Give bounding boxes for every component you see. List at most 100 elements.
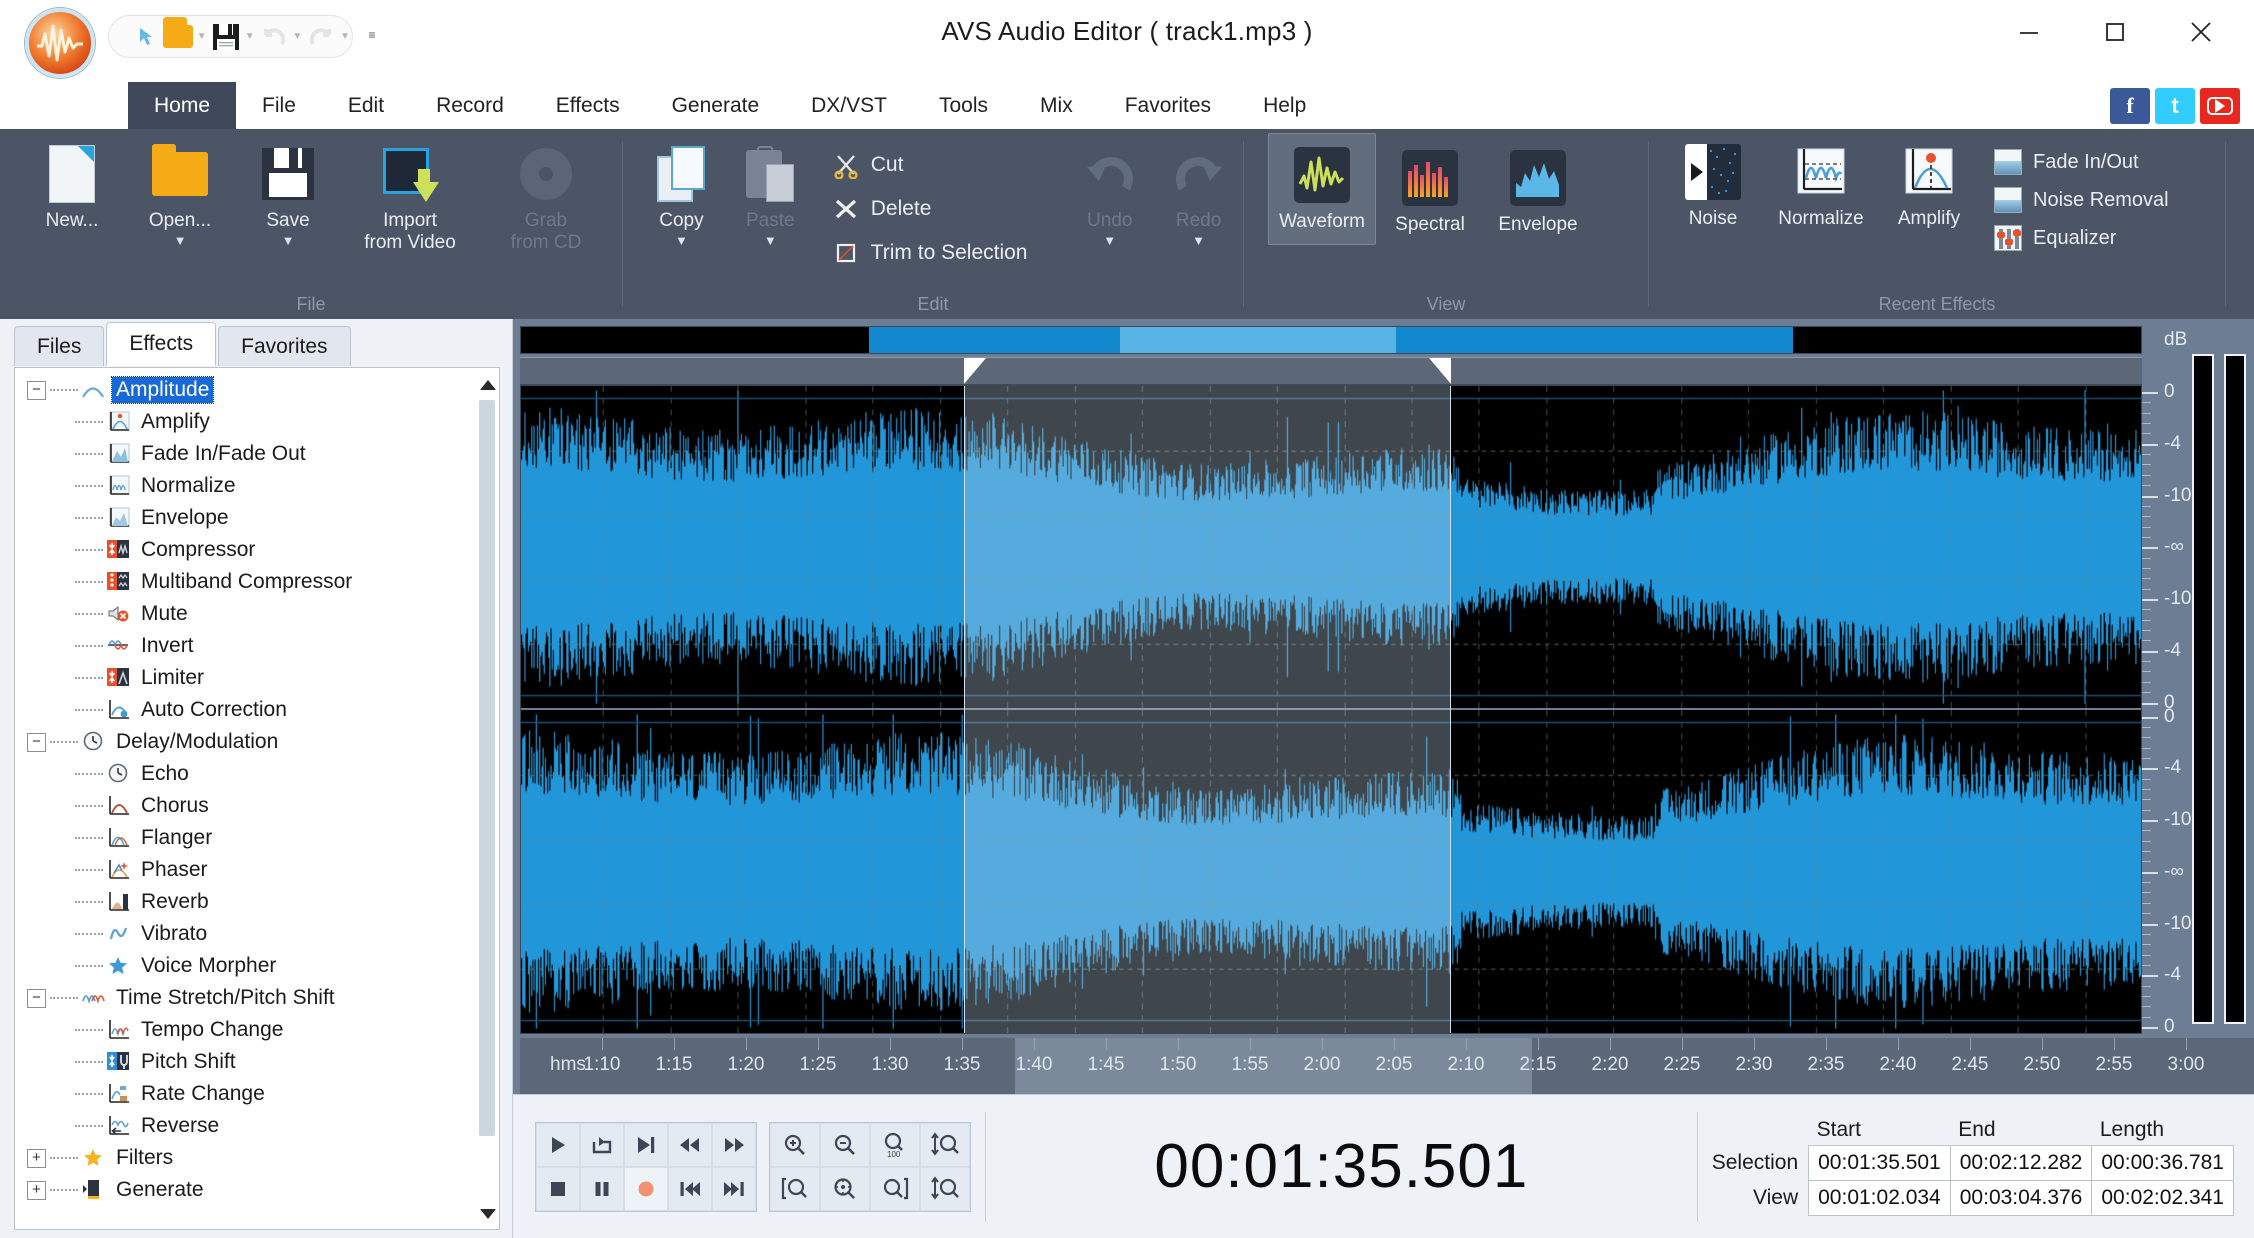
zoom-vertical-out-button[interactable] bbox=[920, 1166, 970, 1211]
equalizer-command[interactable]: Equalizer bbox=[1993, 219, 2169, 257]
sidebar-tab-effects[interactable]: Effects bbox=[106, 322, 217, 366]
tree-item-compressor[interactable]: Compressor bbox=[15, 534, 477, 566]
maximize-button[interactable] bbox=[2072, 6, 2158, 58]
sidebar-tab-files[interactable]: Files bbox=[14, 326, 105, 366]
tab-edit[interactable]: Edit bbox=[322, 82, 410, 129]
noise-removal-command[interactable]: Noise Removal bbox=[1993, 181, 2169, 219]
tree-item-invert[interactable]: Invert bbox=[15, 630, 477, 662]
tree-item-filters[interactable]: + Filters bbox=[15, 1142, 477, 1174]
new-button[interactable]: New... bbox=[18, 139, 126, 232]
fade-in-out-command[interactable]: Fade In/Out bbox=[1993, 143, 2169, 181]
tree-item-amplify[interactable]: Amplify bbox=[15, 406, 477, 438]
view-end-field[interactable]: 00:03:04.376 bbox=[1949, 1179, 2093, 1216]
zoom-to-selection-button[interactable] bbox=[820, 1166, 870, 1211]
tab-tools[interactable]: Tools bbox=[913, 82, 1014, 129]
cut-command[interactable]: Cut bbox=[827, 143, 1066, 187]
waveform-canvas[interactable] bbox=[520, 385, 2142, 1034]
tab-file[interactable]: File bbox=[236, 82, 322, 129]
tree-item-phaser[interactable]: Phaser bbox=[15, 854, 477, 886]
tree-expander[interactable]: + bbox=[27, 1180, 46, 1200]
tree-item-auto-correction[interactable]: Auto Correction bbox=[15, 694, 477, 726]
selection-start-field[interactable]: 00:01:35.501 bbox=[1808, 1144, 1951, 1181]
tree-item-flanger[interactable]: Flanger bbox=[15, 822, 477, 854]
minimize-button[interactable] bbox=[1986, 6, 2072, 58]
loop-button[interactable] bbox=[580, 1122, 624, 1167]
selection-end-handle[interactable] bbox=[1429, 358, 1452, 384]
envelope-view-button[interactable]: Envelope bbox=[1484, 133, 1592, 236]
tree-expander[interactable]: − bbox=[27, 380, 46, 400]
tree-item-delay-modulation[interactable]: − Delay/Modulation bbox=[15, 726, 477, 758]
zoom-in-button[interactable] bbox=[770, 1122, 820, 1167]
zoom-to-selection-end-button[interactable] bbox=[870, 1166, 920, 1211]
tab-record[interactable]: Record bbox=[410, 82, 530, 129]
scroll-down-arrow-icon[interactable] bbox=[480, 1209, 496, 1219]
save-dropdown-caret-icon[interactable]: ▼ bbox=[282, 233, 295, 249]
tree-item-voice-morpher[interactable]: Voice Morpher bbox=[15, 950, 477, 982]
tree-item-pitch-shift[interactable]: Pitch Shift bbox=[15, 1046, 477, 1078]
tab-favorites[interactable]: Favorites bbox=[1099, 82, 1237, 129]
waveform-view-button[interactable]: Waveform bbox=[1268, 133, 1376, 245]
play-button[interactable] bbox=[536, 1122, 580, 1167]
tree-item-amplitude[interactable]: − Amplitude bbox=[15, 374, 477, 406]
tab-effects[interactable]: Effects bbox=[530, 82, 646, 129]
delete-command[interactable]: Delete bbox=[827, 187, 1066, 231]
tab-dxvst[interactable]: DX/VST bbox=[785, 82, 913, 129]
close-button[interactable] bbox=[2158, 6, 2244, 58]
time-ruler[interactable]: 1:10 1:15 1:20 1:25 1:30 1:35 1:40 1:45 1:50 1:55… bbox=[520, 1038, 2254, 1094]
tab-help[interactable]: Help bbox=[1237, 82, 1332, 129]
normalize-button[interactable]: Normalize bbox=[1767, 137, 1875, 230]
tree-item-limiter[interactable]: Limiter bbox=[15, 662, 477, 694]
go-to-start-button[interactable] bbox=[668, 1166, 712, 1211]
twitter-icon[interactable]: t bbox=[2155, 88, 2195, 124]
overview-bar[interactable] bbox=[520, 326, 2142, 354]
tree-item-vibrato[interactable]: Vibrato bbox=[15, 918, 477, 950]
tree-item-envelope[interactable]: Envelope bbox=[15, 502, 477, 534]
sidebar-tab-favorites[interactable]: Favorites bbox=[218, 326, 351, 366]
youtube-icon[interactable] bbox=[2200, 88, 2240, 124]
scroll-up-arrow-icon[interactable] bbox=[480, 380, 496, 390]
tree-item-generate[interactable]: + Generate bbox=[15, 1174, 477, 1206]
zoom-to-selection-start-button[interactable] bbox=[770, 1166, 820, 1211]
noise-button[interactable]: Noise bbox=[1659, 137, 1767, 230]
go-to-end-button[interactable] bbox=[712, 1166, 756, 1211]
tree-item-multiband-compressor[interactable]: Multiband Compressor bbox=[15, 566, 477, 598]
zoom-out-button[interactable] bbox=[820, 1122, 870, 1167]
zoom-100-button[interactable]: 100 bbox=[870, 1122, 920, 1167]
view-length-field[interactable]: 00:02:02.341 bbox=[2091, 1179, 2234, 1216]
effects-tree-scrollbar[interactable] bbox=[477, 372, 497, 1225]
save-button[interactable]: Save ▼ bbox=[234, 139, 342, 249]
tree-item-reverse[interactable]: Reverse bbox=[15, 1110, 477, 1142]
amplify-button[interactable]: Amplify bbox=[1875, 137, 1983, 230]
tree-item-rate-change[interactable]: Rate Change bbox=[15, 1078, 477, 1110]
tree-item-time-stretch-pitch-shift[interactable]: − Time Stretch/Pitch Shift bbox=[15, 982, 477, 1014]
spectral-view-button[interactable]: Spectral bbox=[1376, 133, 1484, 236]
selection-end-field[interactable]: 00:02:12.282 bbox=[1949, 1144, 2093, 1181]
copy-button[interactable]: Copy ▼ bbox=[637, 139, 726, 249]
tab-home[interactable]: Home bbox=[128, 82, 237, 129]
zoom-vertical-in-button[interactable] bbox=[920, 1122, 970, 1167]
tree-item-echo[interactable]: Echo bbox=[15, 758, 477, 790]
play-to-end-button[interactable] bbox=[624, 1122, 668, 1167]
effects-tree[interactable]: − Amplitude Amplify Fade In/Fade Out Normali… bbox=[15, 374, 477, 1229]
rewind-button[interactable] bbox=[668, 1122, 712, 1167]
tree-item-reverb[interactable]: Reverb bbox=[15, 886, 477, 918]
tree-item-mute[interactable]: Mute bbox=[15, 598, 477, 630]
record-button[interactable] bbox=[624, 1166, 668, 1211]
tab-generate[interactable]: Generate bbox=[646, 82, 786, 129]
open-button[interactable]: Open... ▼ bbox=[126, 139, 234, 249]
tree-item-tempo-change[interactable]: Tempo Change bbox=[15, 1014, 477, 1046]
stop-button[interactable] bbox=[536, 1166, 580, 1211]
scrollbar-thumb[interactable] bbox=[479, 400, 495, 1136]
tree-expander[interactable]: − bbox=[27, 988, 46, 1008]
selection-start-handle[interactable] bbox=[963, 358, 986, 384]
copy-dropdown-caret-icon[interactable]: ▼ bbox=[675, 233, 688, 249]
tree-item-fade-in-fade-out[interactable]: Fade In/Fade Out bbox=[15, 438, 477, 470]
pause-button[interactable] bbox=[580, 1166, 624, 1211]
tree-item-normalize[interactable]: Normalize bbox=[15, 470, 477, 502]
tab-mix[interactable]: Mix bbox=[1014, 82, 1099, 129]
trim-to-selection-command[interactable]: Trim to Selection bbox=[827, 231, 1066, 275]
import-from-video-button[interactable]: Import from Video bbox=[342, 139, 478, 254]
tree-expander[interactable]: − bbox=[27, 732, 46, 752]
selection-length-field[interactable]: 00:00:36.781 bbox=[2091, 1144, 2234, 1181]
view-start-field[interactable]: 00:01:02.034 bbox=[1808, 1179, 1951, 1216]
